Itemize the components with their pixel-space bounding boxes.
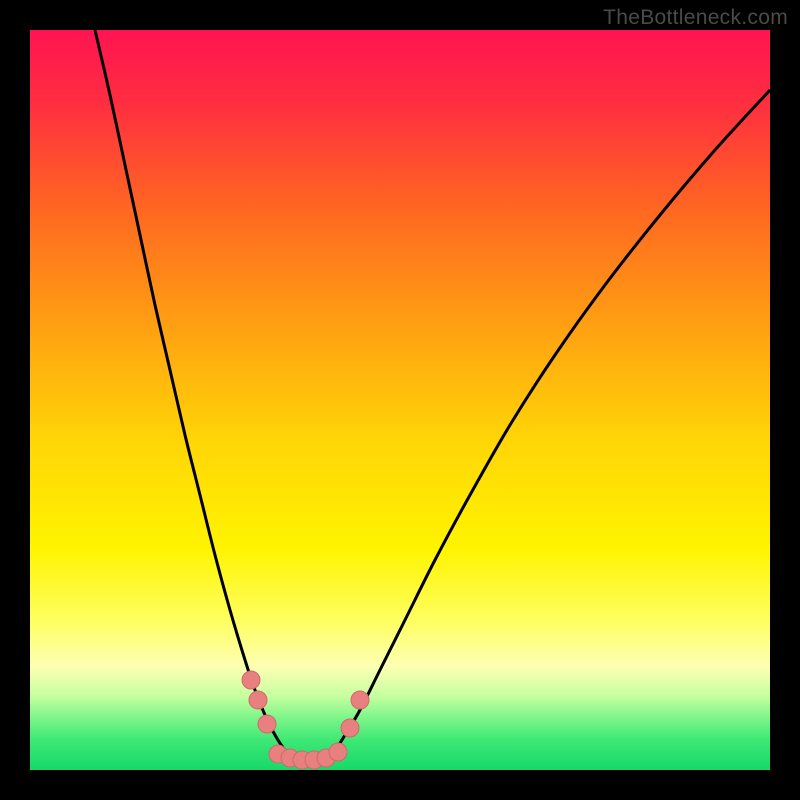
data-marker <box>242 671 260 689</box>
plot-area <box>30 30 770 770</box>
watermark-text: TheBottleneck.com <box>603 6 788 30</box>
data-marker <box>258 715 276 733</box>
data-marker <box>329 743 347 761</box>
data-marker <box>249 691 267 709</box>
chart-container: TheBottleneck.com <box>0 0 800 800</box>
curve-layer <box>30 30 770 770</box>
data-marker <box>341 719 359 737</box>
data-marker <box>351 691 369 709</box>
bottleneck-curve <box>95 30 770 763</box>
data-markers <box>242 671 369 769</box>
